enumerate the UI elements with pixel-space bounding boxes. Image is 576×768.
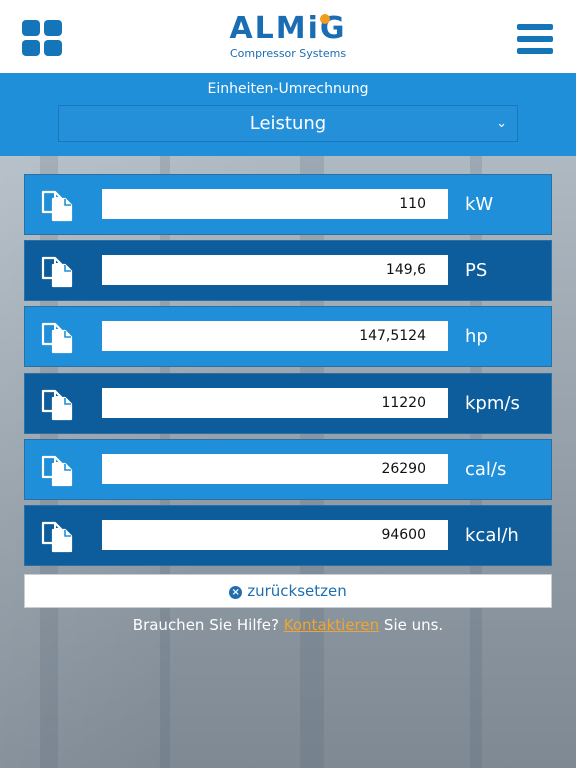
value-input[interactable]: 110 — [102, 189, 448, 219]
value-input[interactable]: 26290 — [102, 454, 448, 484]
close-circle-icon: × — [229, 586, 243, 599]
help-text: Brauchen Sie Hilfe? Kontaktieren Sie uns… — [0, 616, 576, 634]
value-input[interactable]: 147,5124 — [102, 321, 448, 351]
copy-icon[interactable] — [39, 453, 75, 487]
help-prefix: Brauchen Sie Hilfe? — [132, 616, 279, 634]
value-input[interactable]: 149,6 — [102, 255, 448, 285]
value-input[interactable]: 11220 — [102, 388, 448, 418]
reset-label: zurücksetzen — [247, 582, 347, 600]
logo-subtitle: Compressor Systems — [229, 47, 347, 60]
converter-label: Einheiten-Umrechnung — [207, 81, 369, 97]
unit-selector-band: Einheiten-Umrechnung Leistung ⌄ — [0, 73, 576, 156]
copy-icon[interactable] — [39, 188, 75, 222]
apps-grid-icon[interactable] — [22, 20, 62, 56]
conversion-row: 11220 kpm/s — [24, 373, 552, 434]
reset-button[interactable]: × zurücksetzen — [24, 574, 552, 608]
contact-link[interactable]: Kontaktieren — [284, 616, 379, 634]
logo-wordmark: ALMiG — [229, 11, 347, 46]
conversion-row: 149,6 PS — [24, 240, 552, 301]
quantity-select-value: Leistung — [249, 113, 327, 134]
conversion-row: 26290 cal/s — [24, 439, 552, 500]
chevron-down-icon: ⌄ — [496, 116, 507, 131]
copy-icon[interactable] — [39, 519, 75, 553]
menu-icon[interactable] — [517, 24, 553, 54]
conversion-row: 110 kW — [24, 174, 552, 235]
unit-label: hp — [465, 326, 488, 347]
unit-label: PS — [465, 260, 488, 281]
app-header: ALMiG Compressor Systems — [0, 0, 576, 73]
copy-icon[interactable] — [39, 254, 75, 288]
copy-icon[interactable] — [39, 320, 75, 354]
unit-label: kcal/h — [465, 525, 519, 546]
conversion-row: 147,5124 hp — [24, 306, 552, 367]
unit-label: kW — [465, 194, 494, 215]
help-suffix: Sie uns. — [383, 616, 444, 634]
quantity-select[interactable]: Leistung ⌄ — [58, 105, 518, 142]
unit-label: kpm/s — [465, 393, 520, 414]
almig-logo[interactable]: ALMiG Compressor Systems — [213, 12, 363, 66]
value-input[interactable]: 94600 — [102, 520, 448, 550]
copy-icon[interactable] — [39, 387, 75, 421]
logo-dot — [320, 14, 330, 24]
conversion-row: 94600 kcal/h — [24, 505, 552, 566]
unit-label: cal/s — [465, 459, 507, 480]
